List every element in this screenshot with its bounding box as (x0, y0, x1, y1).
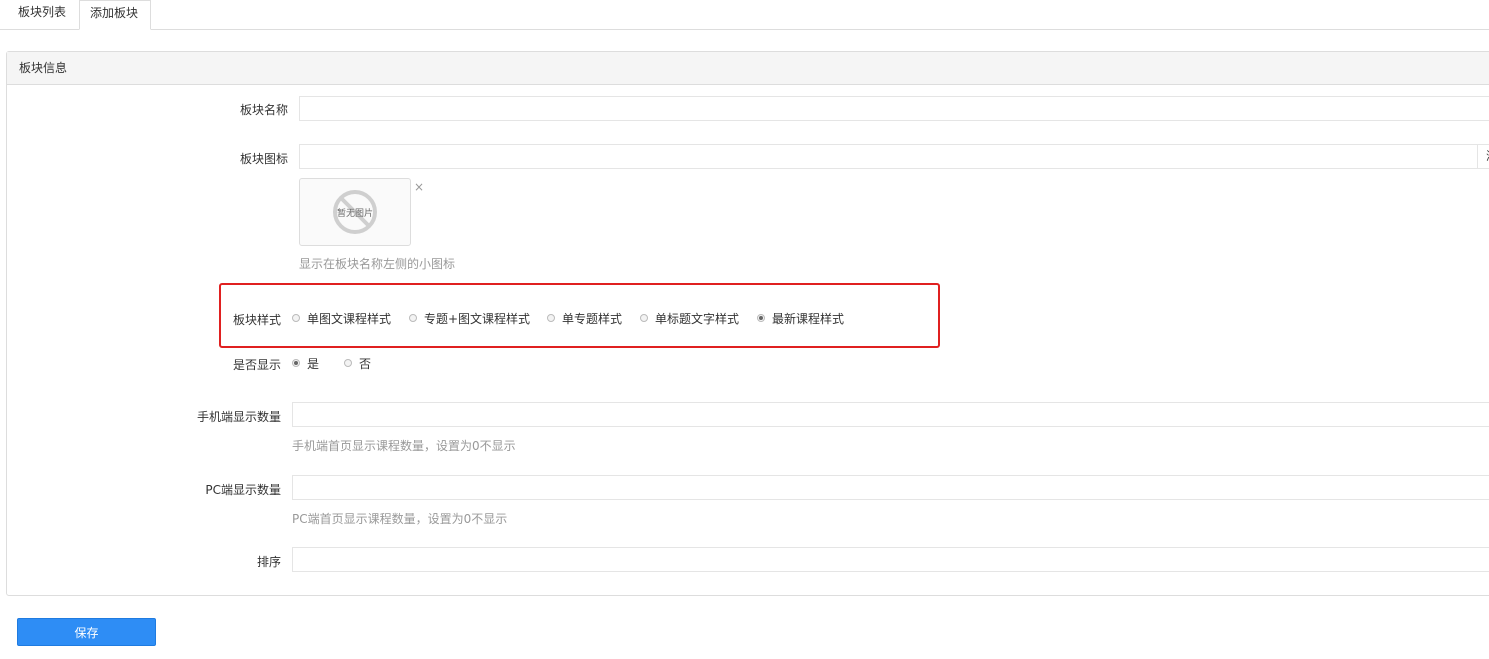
remove-image-icon[interactable]: × (414, 180, 424, 194)
pc-count-label: PC端显示数量 (205, 483, 281, 497)
radio-display-no-label[interactable]: 否 (359, 355, 371, 373)
display-label: 是否显示 (232, 358, 281, 372)
tab-block-list[interactable]: 板块列表 (8, 0, 76, 29)
radio-style-0-label[interactable]: 单图文课程样式 (307, 310, 391, 328)
sort-label: 排序 (256, 555, 281, 569)
tab-add-block[interactable]: 添加板块 (79, 0, 151, 30)
no-image-text: 暂无图片 (336, 209, 373, 219)
block-icon-input[interactable] (299, 144, 1478, 169)
save-button[interactable]: 保存 (17, 618, 156, 646)
radio-style-0[interactable] (292, 314, 300, 322)
pc-count-input[interactable] (292, 475, 1489, 500)
mobile-count-input[interactable] (292, 402, 1489, 427)
style-radio-group: 单图文课程样式 专题+图文课程样式 单专题样式 单标题文字样式 最新课程样式 (292, 310, 892, 328)
icon-help-text: 显示在板块名称左侧的小图标 (299, 257, 456, 271)
pc-count-help: PC端首页显示课程数量，设置为0不显示 (292, 512, 508, 526)
radio-style-1-label[interactable]: 专题+图文课程样式 (424, 310, 530, 328)
radio-style-2-label[interactable]: 单专题样式 (562, 310, 622, 328)
style-label: 板块样式 (232, 313, 281, 327)
block-name-input[interactable] (299, 96, 1489, 121)
name-label: 板块名称 (239, 103, 288, 117)
radio-display-yes[interactable] (292, 359, 300, 367)
mobile-count-label: 手机端显示数量 (196, 410, 281, 424)
radio-style-2[interactable] (547, 314, 555, 322)
radio-display-yes-label[interactable]: 是 (307, 355, 319, 373)
radio-style-4-label[interactable]: 最新课程样式 (772, 310, 844, 328)
radio-style-3-label[interactable]: 单标题文字样式 (655, 310, 739, 328)
radio-display-no[interactable] (344, 359, 352, 367)
radio-style-3[interactable] (640, 314, 648, 322)
panel-title: 板块信息 (7, 52, 1489, 85)
tab-bar: 板块列表 添加板块 (0, 0, 1489, 30)
radio-style-1[interactable] (409, 314, 417, 322)
icon-label: 板块图标 (239, 152, 288, 166)
mobile-count-help: 手机端首页显示课程数量，设置为0不显示 (292, 439, 516, 453)
radio-style-4[interactable] (757, 314, 765, 322)
display-radio-group: 是 否 (292, 355, 492, 373)
sort-input[interactable] (292, 547, 1489, 572)
browse-button[interactable]: 浏 (1477, 144, 1489, 169)
icon-preview-image: 暂无图片 (299, 178, 411, 246)
